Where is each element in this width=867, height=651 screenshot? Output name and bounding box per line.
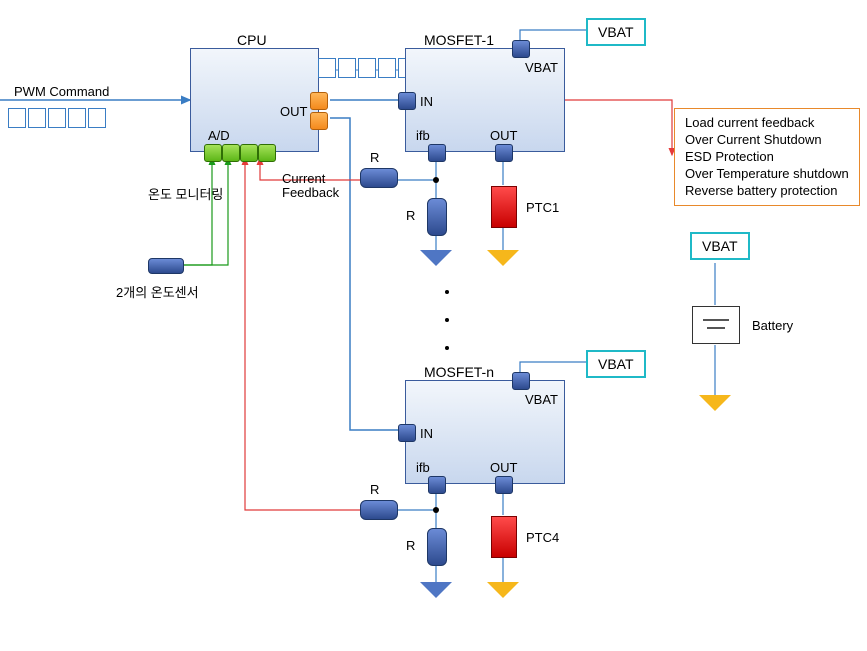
mosfet1-vbat-pin	[512, 40, 530, 58]
battery-label: Battery	[752, 318, 793, 333]
resistor-na-label: R	[370, 482, 379, 497]
resistor-1a	[360, 168, 398, 188]
ptc4-icon	[491, 516, 517, 558]
bus-waveform	[318, 58, 418, 78]
ptc1-icon	[491, 186, 517, 228]
gnd-battery	[699, 395, 731, 411]
battery-icon	[692, 306, 740, 344]
mosfetn-ifb-pin	[428, 476, 446, 494]
cpu-out-pin-2	[310, 112, 328, 130]
mosfetn-in-label: IN	[420, 426, 433, 441]
cpu-ad-pin-1	[204, 144, 222, 162]
resistor-1b	[427, 198, 447, 236]
pwm-command-label: PWM Command	[14, 84, 109, 99]
cpu-ad-label: A/D	[208, 128, 230, 143]
temp-sensor-icon	[148, 258, 184, 274]
mosfet1-out-label: OUT	[490, 128, 517, 143]
mosfet1-out-pin	[495, 144, 513, 162]
resistor-nb-label: R	[406, 538, 415, 553]
diagram-canvas: PWM Command CPU OUT A/D 온도 모니터링 2개의 온도센서…	[0, 0, 867, 651]
mosfetn-vbat-label: VBAT	[525, 392, 558, 407]
mosfet1-ifb-label: ifb	[416, 128, 430, 143]
mosfetn-out-pin	[495, 476, 513, 494]
cpu-ad-pin-2	[222, 144, 240, 162]
feature-line-1: Load current feedback	[685, 115, 849, 132]
temp-sensor-label: 2개의 온도센서	[116, 282, 199, 301]
mosfet1-ifb-pin	[428, 144, 446, 162]
resistor-nb	[427, 528, 447, 566]
mosfet1-in-pin	[398, 92, 416, 110]
dot-icon	[445, 290, 449, 294]
feature-line-2: Over Current Shutdown	[685, 132, 849, 149]
features-box: Load current feedback Over Current Shutd…	[674, 108, 860, 206]
gnd-1b	[487, 250, 519, 266]
ptc1-label: PTC1	[526, 200, 559, 215]
pwm-waveform	[8, 108, 108, 128]
vbat-box-2: VBAT	[586, 350, 646, 378]
feature-line-4: Over Temperature shutdown	[685, 166, 849, 183]
gnd-1a	[420, 250, 452, 266]
cpu-out-pin-1	[310, 92, 328, 110]
resistor-na	[360, 500, 398, 520]
cpu-ad-pin-3	[240, 144, 258, 162]
resistor-1b-label: R	[406, 208, 415, 223]
cpu-out-label: OUT	[280, 104, 307, 119]
feature-line-3: ESD Protection	[685, 149, 849, 166]
mosfet1-title: MOSFET-1	[424, 32, 494, 48]
cpu-ad-pin-4	[258, 144, 276, 162]
gnd-na	[420, 582, 452, 598]
ptc4-label: PTC4	[526, 530, 559, 545]
vbat-box-1: VBAT	[586, 18, 646, 46]
mosfetn-out-label: OUT	[490, 460, 517, 475]
feature-line-5: Reverse battery protection	[685, 183, 849, 200]
dot-icon	[445, 318, 449, 322]
mosfet1-vbat-label: VBAT	[525, 60, 558, 75]
mosfetn-vbat-pin	[512, 372, 530, 390]
resistor-1a-label: R	[370, 150, 379, 165]
temp-monitoring-label: 온도 모니터링	[148, 184, 223, 203]
node-1	[433, 177, 439, 183]
dot-icon	[445, 346, 449, 350]
mosfetn-title: MOSFET-n	[424, 364, 494, 380]
vbat-box-right: VBAT	[690, 232, 750, 260]
node-n	[433, 507, 439, 513]
current-feedback-label: Current Feedback	[282, 172, 339, 201]
mosfet1-in-label: IN	[420, 94, 433, 109]
mosfetn-ifb-label: ifb	[416, 460, 430, 475]
mosfetn-in-pin	[398, 424, 416, 442]
cpu-title: CPU	[237, 32, 267, 48]
gnd-nb	[487, 582, 519, 598]
